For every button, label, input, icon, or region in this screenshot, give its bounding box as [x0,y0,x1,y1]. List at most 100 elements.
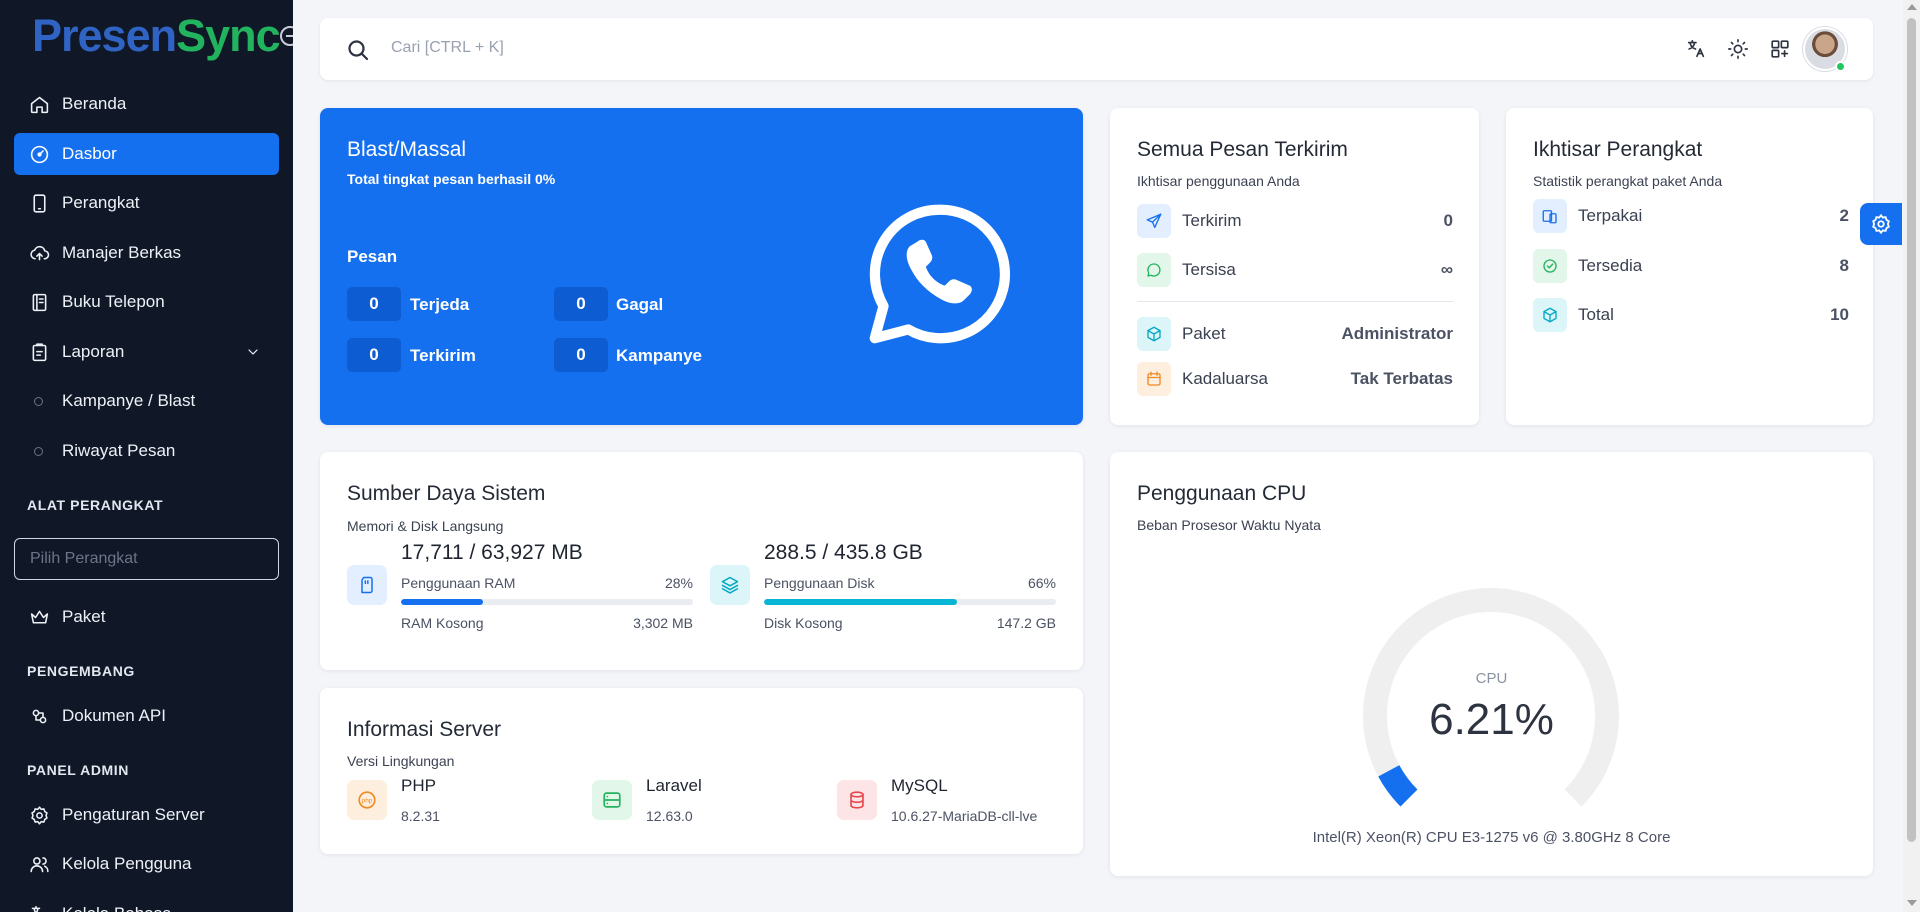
messages-subtitle: Ikhtisar penggunaan Anda [1137,173,1300,189]
database-icon [837,780,877,820]
translate-icon[interactable] [1684,37,1708,61]
sidebar-item-label: Kelola Bahasa [62,904,172,912]
devices-row-label: Terpakai [1578,206,1643,225]
search-icon[interactable] [346,38,370,62]
messages-row-kadaluarsa: Kadaluarsa Tak Terbatas [1137,362,1453,396]
apps-add-icon[interactable] [1768,37,1792,61]
section-title-admin: PANEL ADMIN [27,762,130,778]
device-select[interactable]: Pilih Perangkat [14,538,279,580]
page-scrollbar[interactable] [1903,0,1920,912]
ram-free-value: 3,302 MB [633,615,693,631]
phone-icon [28,192,50,214]
devices-title: Ikhtisar Perangkat [1533,138,1703,161]
device-select-placeholder: Pilih Perangkat [30,550,138,567]
api-icon [28,705,50,727]
server-card: Informasi Server Versi Lingkungan php PH… [320,688,1083,854]
messages-row-terkirim: Terkirim 0 [1137,204,1453,238]
sidebar: PresenSync Beranda Dasbor Perangkat Mana… [0,0,293,912]
home-icon [28,93,50,115]
gear-icon [1872,213,1890,235]
devices-row-label: Tersedia [1578,256,1643,275]
disk-usage: 288.5 / 435.8 GB [764,541,923,564]
server-item-version: 10.6.27-MariaDB-cll-lve [891,808,1038,824]
server-item-version: 12.63.0 [646,808,693,824]
disk-label: Penggunaan Disk [764,575,875,591]
book-icon [28,291,50,313]
package-icon [1137,317,1171,351]
sidebar-item-label: Riwayat Pesan [62,441,176,460]
messages-row-label: Tersisa [1182,260,1236,279]
sidebar-item-label: Dasbor [62,144,117,163]
online-status-dot [1835,61,1846,72]
sidebar-item-dokumen-api[interactable]: Dokumen API [14,695,279,737]
search-input[interactable]: Cari [CTRL + K] [391,39,504,57]
layers-icon [710,565,750,605]
disk-progress-bar [764,599,1056,605]
server-item-version: 8.2.31 [401,808,440,824]
customizer-gear-button[interactable] [1860,203,1902,245]
cpu-subtitle: Beban Prosesor Waktu Nyata [1137,517,1321,533]
sidebar-subitem-riwayat-pesan[interactable]: Riwayat Pesan [14,430,279,472]
sidebar-item-label: Dokumen API [62,706,166,725]
stat-value-kampanye: 0 [554,338,608,372]
sidebar-subitem-kampanye[interactable]: Kampanye / Blast [14,380,279,422]
server-item-name: PHP [401,776,436,795]
sidebar-item-kelola-pengguna[interactable]: Kelola Pengguna [14,843,279,885]
devices-subtitle: Statistik perangkat paket Anda [1533,173,1723,189]
devices-row-tersedia: Tersedia 8 [1533,249,1849,283]
ram-usage: 17,711 / 63,927 MB [401,541,583,564]
sidebar-item-buku-telepon[interactable]: Buku Telepon [14,281,279,323]
sidebar-item-label: Manajer Berkas [62,243,182,262]
stat-label-gagal: Gagal [616,295,664,314]
messages-row-value: ∞ [1440,260,1453,279]
language-icon [28,903,50,912]
devices-row-total: Total 10 [1533,298,1849,332]
scrollbar-thumb[interactable] [1907,18,1916,842]
whatsapp-icon [869,204,1010,344]
scroll-down-arrow[interactable] [1907,900,1917,906]
stat-label-terkirim: Terkirim [410,346,476,365]
sidebar-item-label: Kelola Pengguna [62,854,192,873]
sidebar-item-laporan[interactable]: Laporan [14,331,279,373]
cpu-gauge-value: 6.21% [1429,695,1554,744]
brand-logo[interactable]: PresenSync [32,10,281,62]
devices-row-value: 8 [1839,256,1849,275]
resources-subtitle: Memori & Disk Langsung [347,518,504,534]
box-icon [1533,298,1567,332]
blast-pesan-label: Pesan [347,247,398,266]
php-icon: php [347,780,387,820]
messages-row-value: 0 [1443,211,1453,230]
report-icon [28,341,50,363]
blast-title: Blast/Massal [347,138,467,161]
sidebar-item-label: Perangkat [62,193,140,212]
disk-free-label: Disk Kosong [764,615,843,631]
devices-icon [1533,199,1567,233]
messages-row-label: Terkirim [1182,211,1242,230]
sun-icon[interactable] [1726,37,1750,61]
sidebar-item-label: Laporan [62,342,125,361]
devices-row-value: 10 [1830,305,1849,324]
sidebar-item-paket[interactable]: Paket [14,596,279,638]
chevron-down-icon [245,344,261,365]
messages-row-tersisa: Tersisa ∞ [1137,253,1453,287]
ram-free-label: RAM Kosong [401,615,484,631]
server-item-name: MySQL [891,776,948,795]
messages-title: Semua Pesan Terkirim [1137,138,1348,161]
sidebar-item-perangkat[interactable]: Perangkat [14,182,279,224]
stat-label-kampanye: Kampanye [616,346,702,365]
sidebar-collapse-icon[interactable] [280,26,293,46]
sidebar-item-manajer-berkas[interactable]: Manajer Berkas [14,232,279,274]
scroll-up-arrow[interactable] [1907,4,1917,10]
section-title-tools: ALAT PERANGKAT [27,497,164,513]
resources-title: Sumber Daya Sistem [347,482,546,505]
stat-value-terjeda: 0 [347,287,401,321]
sidebar-item-kelola-bahasa[interactable]: Kelola Bahasa [14,893,279,912]
cpu-title: Penggunaan CPU [1137,482,1307,505]
cpu-gauge-fill [1378,764,1418,807]
sidebar-item-label: Kampanye / Blast [62,391,196,410]
sidebar-item-pengaturan-server[interactable]: Pengaturan Server [14,794,279,836]
sidebar-item-dasbor[interactable]: Dasbor [14,133,279,175]
disk-progress-fill [764,599,957,605]
section-title-dev: PENGEMBANG [27,663,135,679]
sidebar-item-beranda[interactable]: Beranda [14,83,279,125]
